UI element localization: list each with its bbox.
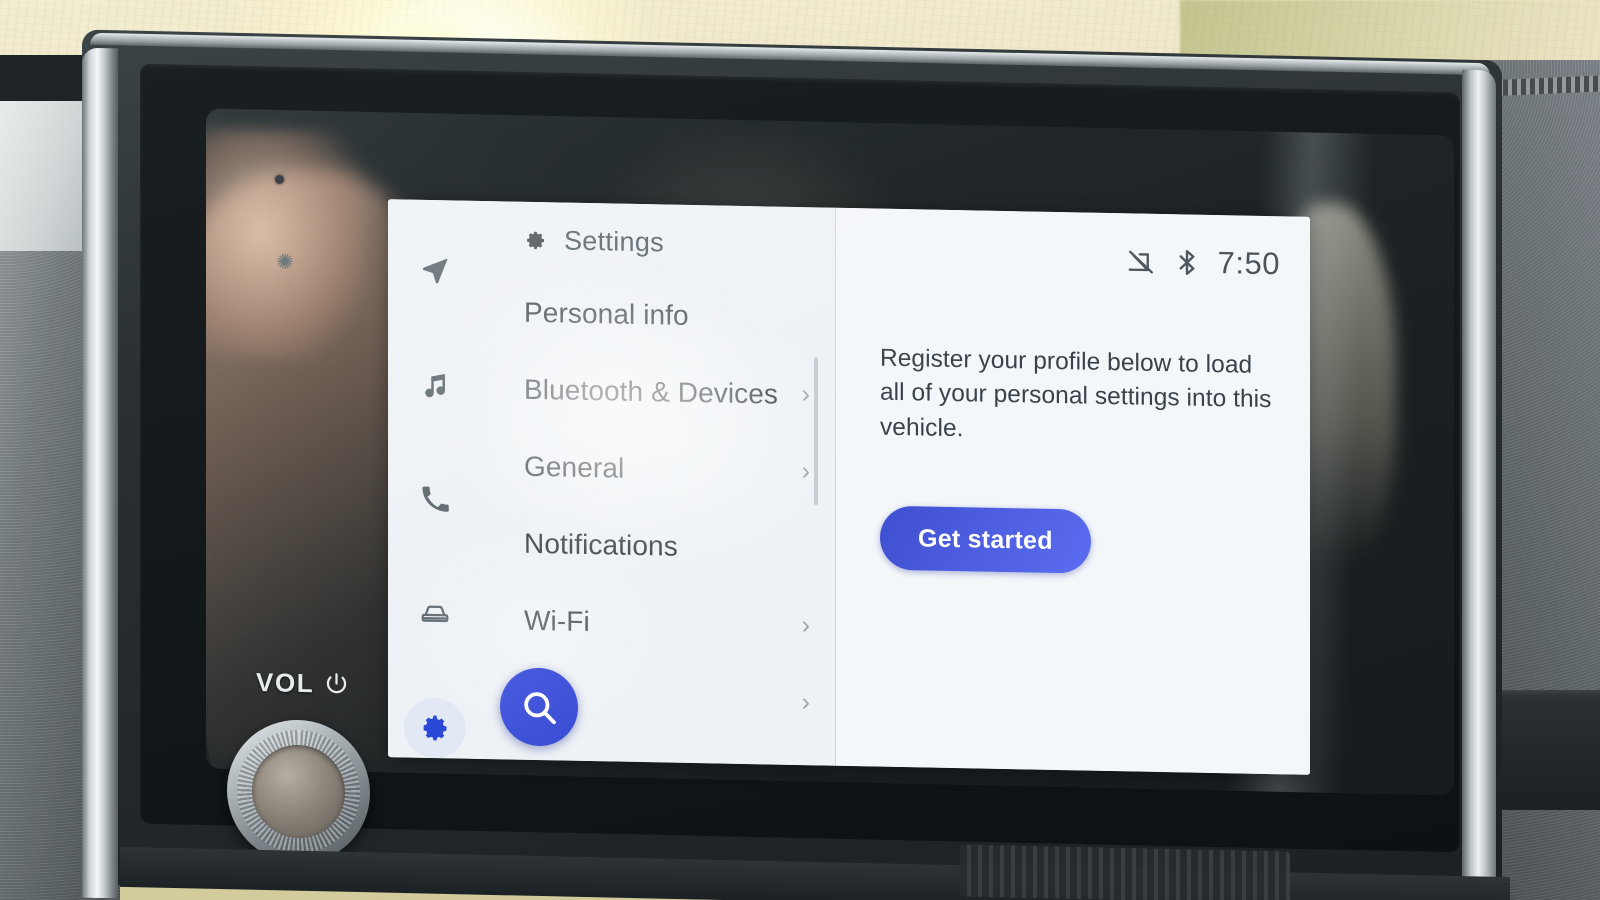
car-icon — [420, 598, 450, 629]
menu-item-notifications[interactable]: Notifications › — [481, 504, 836, 588]
menu-item-bluetooth-devices[interactable]: Bluetooth & Devices › — [481, 350, 836, 434]
knob-cap — [252, 743, 345, 840]
volume-knob-label: VOL — [256, 667, 350, 700]
rail-item-settings[interactable] — [403, 697, 466, 759]
search-fab-button[interactable] — [500, 667, 578, 747]
menu-item-label: Notifications — [524, 527, 678, 562]
detail-panel: 7:50 Register your profile below to load… — [836, 207, 1310, 775]
navigation-arrow-icon — [420, 255, 450, 286]
chrome-trim-left — [82, 47, 118, 899]
chevron-right-icon: › — [801, 611, 810, 640]
page-title: Settings — [564, 225, 664, 257]
menu-item-label: Wi-Fi — [524, 604, 590, 637]
bluetooth-icon — [1172, 247, 1202, 278]
rail-item-vehicle[interactable] — [404, 583, 466, 645]
get-started-button[interactable]: Get started — [880, 505, 1091, 574]
profile-description: Register your profile below to load all … — [880, 344, 1272, 443]
ambient-light-sensor-icon: ✺ — [276, 251, 294, 274]
list-scrollbar[interactable] — [814, 357, 818, 506]
nav-rail — [388, 199, 481, 759]
reflection-hand — [206, 127, 366, 362]
menu-item-wifi[interactable]: Wi-Fi › — [481, 581, 836, 665]
rail-item-media[interactable] — [404, 354, 466, 416]
volume-label-text: VOL — [256, 666, 315, 699]
music-note-icon — [420, 369, 450, 400]
search-icon — [519, 687, 559, 728]
phone-icon — [420, 484, 450, 515]
status-bar: 7:50 — [1126, 243, 1280, 282]
chrome-trim-right — [1462, 69, 1496, 900]
menu-item-label: General — [524, 450, 625, 484]
chevron-right-icon: › — [801, 380, 810, 409]
screenshot-root: ✺ Settings Personal info Bluetooth & Dev… — [0, 0, 1600, 900]
power-icon — [323, 670, 350, 698]
rail-item-navigation[interactable] — [404, 239, 466, 301]
menu-item-label: Personal info — [524, 296, 689, 331]
menu-item-label: Bluetooth & Devices — [524, 373, 779, 410]
signal-off-icon — [1126, 246, 1156, 277]
gear-icon — [420, 713, 450, 744]
chevron-right-icon: › — [801, 688, 810, 717]
console-speaker-grille — [960, 844, 1290, 900]
settings-header: Settings — [481, 201, 836, 260]
clock: 7:50 — [1217, 245, 1280, 282]
microphone-pinhole — [275, 175, 284, 184]
chevron-right-icon: › — [801, 457, 810, 486]
rail-item-phone[interactable] — [404, 468, 466, 530]
menu-item-personal-info[interactable]: Personal info › — [481, 273, 836, 357]
menu-item-general[interactable]: General › — [481, 427, 836, 511]
gear-icon — [524, 228, 547, 251]
